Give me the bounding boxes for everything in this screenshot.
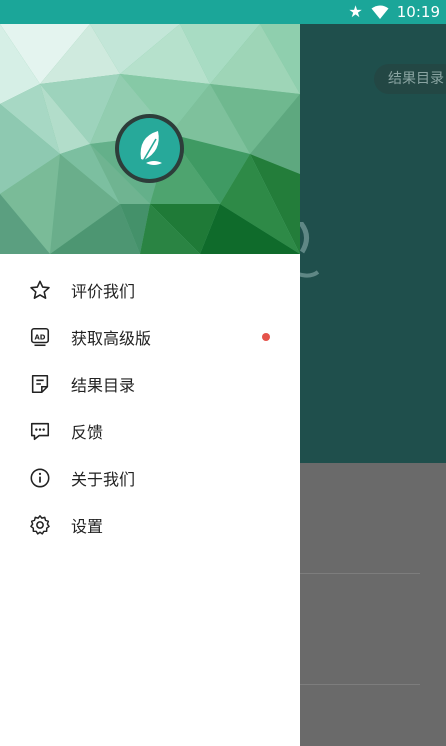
menu-item-label: 设置 (71, 516, 104, 536)
notification-dot (262, 333, 270, 341)
background-divider (300, 573, 420, 574)
svg-text:AD: AD (34, 333, 45, 341)
menu-item-get-premium[interactable]: AD 获取高级版 (0, 313, 300, 360)
feather-leaf-icon (140, 130, 162, 165)
menu-item-label: 关于我们 (71, 469, 136, 489)
menu-item-label: 结果目录 (71, 375, 136, 395)
menu-item-rate-us[interactable]: 评价我们 (0, 266, 300, 313)
app-logo (115, 114, 184, 183)
menu-item-feedback[interactable]: 反馈 (0, 407, 300, 454)
menu-item-label: 反馈 (71, 422, 104, 442)
feedback-bubble-icon (28, 419, 52, 443)
wifi-icon (371, 5, 389, 20)
ad-badge-icon: AD (28, 325, 52, 349)
star-icon: ★ (348, 2, 363, 21)
document-list-icon (28, 372, 52, 396)
background-results-chip: 结果目录 (374, 64, 446, 94)
drawer-menu: 评价我们 AD 获取高级版 结果目录 反馈 关于我们 设置 (0, 254, 300, 548)
navigation-drawer: 评价我们 AD 获取高级版 结果目录 反馈 关于我们 设置 (0, 24, 300, 746)
menu-item-label: 获取高级版 (71, 328, 152, 348)
star-outline-icon (28, 278, 52, 302)
menu-item-label: 评价我们 (71, 281, 136, 301)
info-icon (28, 466, 52, 490)
menu-item-settings[interactable]: 设置 (0, 501, 300, 548)
drawer-header (0, 24, 300, 254)
status-bar: ★ 10:19 (0, 0, 446, 24)
background-divider (300, 684, 420, 685)
gear-icon (28, 513, 52, 537)
status-time: 10:19 (396, 3, 440, 21)
menu-item-results-directory[interactable]: 结果目录 (0, 360, 300, 407)
menu-item-about-us[interactable]: 关于我们 (0, 454, 300, 501)
